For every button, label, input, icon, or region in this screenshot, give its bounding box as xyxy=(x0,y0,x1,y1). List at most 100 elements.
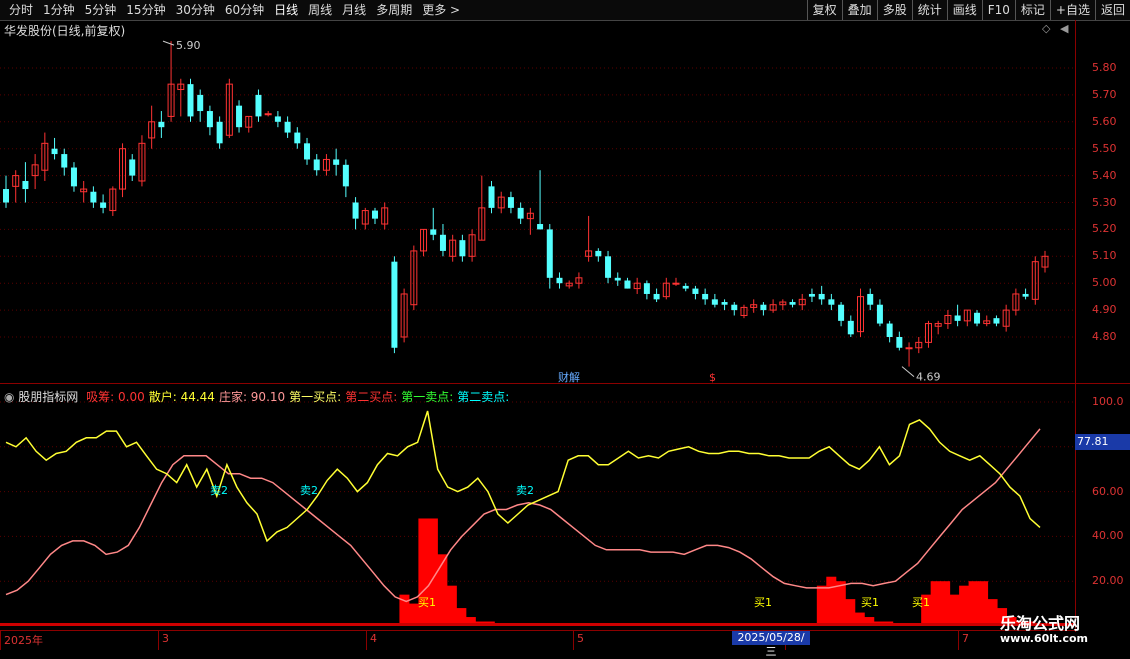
price-tick: 5.60 xyxy=(1092,114,1117,128)
candle-body xyxy=(61,154,68,168)
candle-body xyxy=(828,299,835,305)
chart-canvas[interactable]: 5.90 4.69 财解 $ 卖2 卖2 卖2 买1 买1 买1 买1 xyxy=(0,0,1075,630)
price-tick: 5.20 xyxy=(1092,222,1117,236)
candle-body xyxy=(90,191,97,203)
price-tick: 5.10 xyxy=(1092,249,1117,263)
accum-bar xyxy=(826,576,837,626)
candle-body xyxy=(255,94,262,117)
accum-bar xyxy=(949,594,960,626)
candle-body xyxy=(342,164,349,187)
price-tick: 5.70 xyxy=(1092,87,1117,101)
candle-body xyxy=(264,113,272,116)
candle-body xyxy=(595,250,602,257)
candle-body xyxy=(808,293,815,297)
candle-body xyxy=(993,318,1000,324)
candle-body xyxy=(653,293,660,300)
candle-body xyxy=(391,261,398,348)
candle-body xyxy=(517,207,524,219)
candle-body xyxy=(682,285,689,289)
price-tick: 5.30 xyxy=(1092,195,1117,209)
candle-body xyxy=(304,143,311,160)
event-label: 财解 xyxy=(558,370,580,384)
accum-bar xyxy=(959,585,970,626)
candle-body xyxy=(51,148,58,155)
indicator-name: 股朋指标网 xyxy=(18,390,79,404)
accum-bar xyxy=(968,581,979,626)
x-tick-mark xyxy=(573,631,574,650)
candle-body xyxy=(896,337,903,348)
price-tick: 5.00 xyxy=(1092,276,1117,290)
candle-body xyxy=(1022,293,1029,297)
x-tick: 4 xyxy=(370,632,377,645)
event-label: $ xyxy=(709,371,716,384)
candle-body xyxy=(488,186,495,208)
x-tick: 7 xyxy=(962,632,969,645)
candle-body xyxy=(905,347,913,350)
candle-body xyxy=(731,304,738,311)
candle-body xyxy=(546,229,553,278)
high-marker xyxy=(162,40,175,46)
indicator-item-2: 庄家: 90.10 xyxy=(218,390,286,404)
candle-body xyxy=(876,304,883,324)
indicator-item-6: 第二卖点: xyxy=(457,390,510,404)
accum-bar xyxy=(987,599,998,626)
candle-body xyxy=(672,282,680,285)
accum-bar xyxy=(816,585,827,626)
candle-body xyxy=(284,121,291,133)
indicator-item-5: 第一卖点: xyxy=(401,390,454,404)
indicator-item-0: 吸筹: 0.00 xyxy=(86,390,145,404)
indicator-tick: 40.00 xyxy=(1092,529,1124,543)
indicator-toggle-icon[interactable]: ◉ xyxy=(4,390,18,404)
candle-body xyxy=(507,197,514,208)
candle-body xyxy=(197,94,204,112)
low-marker xyxy=(901,366,915,377)
candle-body xyxy=(556,277,563,284)
candle-body xyxy=(624,280,631,289)
candle-body xyxy=(974,312,981,324)
x-axis-line xyxy=(0,630,1075,631)
watermark-title: 乐淘公式网 xyxy=(1000,614,1081,633)
candle-body xyxy=(439,234,446,251)
candle-body xyxy=(711,299,718,305)
candle-body xyxy=(692,288,699,294)
crosshair-date: 2025/05/28/三 xyxy=(732,631,810,658)
tool-8[interactable]: 返回 xyxy=(1094,0,1130,20)
buy-label: 买1 xyxy=(754,596,772,609)
candle-body xyxy=(129,159,136,176)
buy-label: 买1 xyxy=(861,596,879,609)
accum-bar xyxy=(437,554,448,626)
accum-bar xyxy=(835,581,846,626)
x-tick: 3 xyxy=(162,632,169,645)
candle-body xyxy=(100,202,107,208)
indicator-header: ◉ 股朋指标网 吸筹: 0.00 散户: 44.44 庄家: 90.10 第一买点: 第… xyxy=(4,388,509,405)
x-tick-mark xyxy=(158,631,159,650)
accum-bar xyxy=(930,581,941,626)
price-axis-line xyxy=(1075,20,1076,632)
accum-bar xyxy=(418,518,429,626)
candle-body xyxy=(216,121,223,144)
candle-body xyxy=(371,210,378,219)
indicator-tick: 20.00 xyxy=(1092,574,1124,588)
indicator-tick: 60.00 xyxy=(1092,484,1124,498)
candle-body xyxy=(847,320,854,335)
candle-body xyxy=(760,304,767,311)
dealer-line xyxy=(5,428,1041,603)
candle-body xyxy=(3,189,9,203)
price-tick: 5.40 xyxy=(1092,168,1117,182)
sell-label: 卖2 xyxy=(300,484,318,497)
x-tick-mark xyxy=(366,631,367,650)
price-tick: 5.80 xyxy=(1092,61,1117,74)
price-tick: 4.80 xyxy=(1092,330,1117,343)
candle-body xyxy=(643,283,650,294)
price-tick: 4.90 xyxy=(1092,303,1117,317)
candle-body xyxy=(954,315,961,321)
retail-line xyxy=(5,410,1041,543)
sell-label: 卖2 xyxy=(516,484,534,497)
candle-body xyxy=(789,302,796,305)
x-tick: 5 xyxy=(577,632,584,645)
candle-body xyxy=(430,229,437,235)
accum-bar xyxy=(978,581,989,626)
candle-body xyxy=(352,202,359,219)
watermark-url: www.60lt.com xyxy=(1000,632,1089,645)
x-tick-mark xyxy=(0,631,1,650)
